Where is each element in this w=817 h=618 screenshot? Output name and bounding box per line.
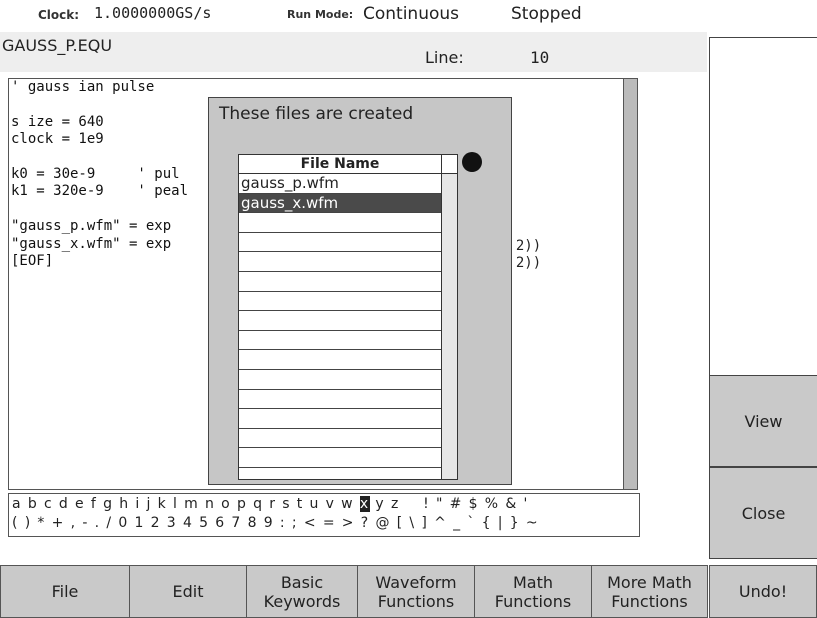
undo-button[interactable]: Undo!: [709, 565, 817, 618]
character-palette[interactable]: a b c d e f g h i j k l m n o p q r s t …: [8, 493, 640, 537]
file-list-empty-row[interactable]: [239, 292, 441, 312]
file-list-empty-row[interactable]: [239, 390, 441, 410]
file-list-empty-row[interactable]: [239, 311, 441, 331]
line-label: Line:: [425, 48, 464, 67]
knob-icon: [462, 152, 482, 172]
waveform-functions-button[interactable]: Waveform Functions: [357, 565, 475, 618]
file-menu-button[interactable]: File: [0, 565, 130, 618]
basic-keywords-label: Keywords: [263, 591, 341, 611]
editor-line[interactable]: s ize = 640: [11, 114, 188, 131]
file-list-empty-row[interactable]: [239, 252, 441, 272]
editor-line[interactable]: [11, 96, 188, 113]
run-mode-label: Run Mode:: [287, 8, 354, 21]
undo-label: Undo!: [738, 582, 788, 601]
file-list-empty-row[interactable]: [239, 448, 441, 468]
dialog-title: These files are created: [219, 104, 414, 124]
file-list-scrollbar[interactable]: [441, 174, 457, 479]
editor-line[interactable]: k0 = 30e-9 ' pul: [11, 166, 188, 183]
run-state: Stopped: [511, 4, 582, 24]
edit-menu-button[interactable]: Edit: [129, 565, 247, 618]
editor-line[interactable]: "gauss_p.wfm" = exp: [11, 218, 188, 235]
clock-label: Clock:: [38, 8, 80, 22]
file-list-empty-row[interactable]: [239, 429, 441, 449]
editor-line[interactable]: [11, 149, 188, 166]
file-list[interactable]: File Name gauss_p.wfm gauss_x.wfm: [238, 154, 458, 480]
waveform-functions-label: Functions: [377, 591, 455, 611]
waveform-functions-label: Waveform: [375, 572, 457, 592]
column-header-box: [442, 155, 457, 174]
palette-row-symbols[interactable]: ( ) * + , - . / 0 1 2 3 4 5 6 7 8 9 : ; …: [12, 515, 539, 531]
side-panel-blank: [709, 37, 817, 377]
file-list-empty-row[interactable]: [239, 272, 441, 292]
file-name-column-header: File Name: [239, 155, 442, 174]
run-mode-value: Continuous: [363, 4, 460, 24]
files-created-dialog: These files are created File Name gauss_…: [208, 97, 512, 485]
editor-line[interactable]: [11, 201, 188, 218]
math-functions-button[interactable]: Math Functions: [474, 565, 592, 618]
editor-line[interactable]: k1 = 320e-9 ' peal: [11, 183, 188, 200]
math-functions-label: Math: [512, 572, 554, 592]
basic-keywords-label: Basic: [280, 572, 324, 592]
file-list-empty-row[interactable]: [239, 213, 441, 233]
file-list-empty-row[interactable]: [239, 370, 441, 390]
palette-selected-char[interactable]: x: [359, 496, 370, 512]
math-functions-label: Functions: [494, 591, 572, 611]
editor-line[interactable]: [EOF]: [11, 253, 188, 270]
file-list-empty-row[interactable]: [239, 350, 441, 370]
more-math-label: Functions: [611, 591, 688, 611]
file-list-empty-row[interactable]: [239, 409, 441, 429]
close-button[interactable]: Close: [709, 467, 817, 559]
editor-line[interactable]: ' gauss ian pulse: [11, 79, 188, 96]
clock-value: 1.0000000GS/s: [94, 4, 212, 22]
line-number: 10: [530, 48, 550, 67]
file-name-title: GAUSS_P.EQU: [2, 36, 113, 55]
palette-row-letters[interactable]: a b c d e f g h i j k l m n o p q r s t …: [12, 496, 529, 512]
view-button[interactable]: View: [709, 375, 817, 467]
status-bar: Clock: 1.0000000GS/s Run Mode: Continuou…: [0, 0, 817, 30]
more-math-label: More Math: [607, 572, 692, 592]
editor-text[interactable]: ' gauss ian pulse s ize = 640 clock = 1e9 k…: [11, 79, 188, 270]
file-list-empty-row[interactable]: [239, 331, 441, 351]
editor-scrollbar[interactable]: [623, 79, 637, 489]
edit-menu-label: Edit: [172, 582, 204, 601]
editor-line[interactable]: clock = 1e9: [11, 131, 188, 148]
file-list-empty-row[interactable]: [239, 233, 441, 253]
file-list-item[interactable]: gauss_x.wfm: [239, 193, 441, 214]
editor-header: GAUSS_P.EQU Line: 10: [0, 32, 707, 72]
more-math-functions-button[interactable]: More Math Functions: [591, 565, 708, 618]
basic-keywords-button[interactable]: Basic Keywords: [246, 565, 358, 618]
file-list-item[interactable]: gauss_p.wfm: [239, 174, 441, 194]
editor-line[interactable]: "gauss_x.wfm" = exp: [11, 236, 188, 253]
file-menu-label: File: [51, 582, 79, 601]
